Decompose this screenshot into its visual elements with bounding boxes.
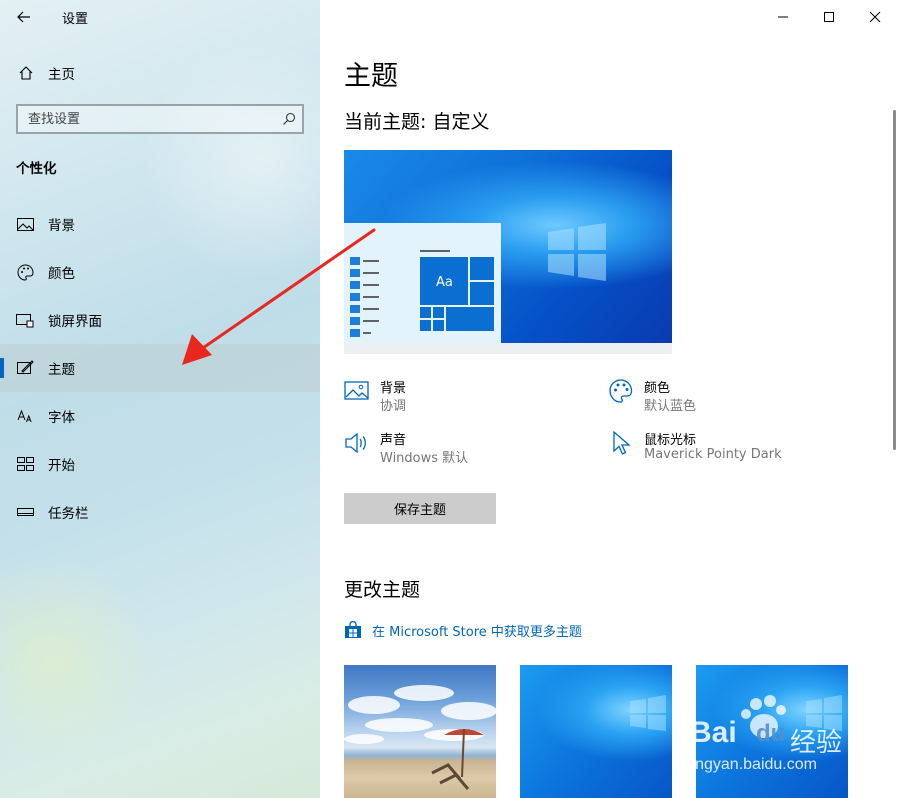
sidebar-item-taskbar[interactable]: 任务栏	[0, 488, 320, 536]
sidebar-item-label: 字体	[48, 410, 75, 426]
home-icon	[17, 64, 35, 82]
baidu-watermark: Bai du 经验 jingyan.baidu.com	[686, 690, 886, 780]
store-link[interactable]: 在 Microsoft Store 中获取更多主题	[344, 619, 582, 641]
minimize-button[interactable]	[760, 0, 806, 34]
preview-taskbar	[344, 343, 672, 354]
watermark-url: jingyan.baidu.com	[688, 756, 817, 773]
store-bag-icon	[345, 621, 361, 638]
active-indicator	[0, 358, 4, 378]
save-theme-button[interactable]: 保存主题	[344, 493, 496, 524]
prop-value: Windows 默认	[380, 451, 469, 466]
home-label: 主页	[48, 67, 75, 83]
sidebar-item-label: 背景	[48, 218, 75, 234]
prop-value: 默认蓝色	[644, 399, 697, 414]
prop-name: 背景	[380, 381, 407, 396]
prop-color[interactable]: 颜色 默认蓝色	[608, 376, 848, 416]
sidebar-item-fonts[interactable]: 字体	[0, 392, 320, 440]
search-icon[interactable]	[282, 112, 296, 126]
search-box[interactable]	[16, 104, 304, 134]
store-link-label: 在 Microsoft Store 中获取更多主题	[372, 624, 582, 640]
sidebar-item-label: 开始	[48, 458, 75, 474]
prop-name: 颜色	[644, 381, 671, 396]
watermark-brand-cn: 经验	[790, 728, 843, 758]
theme-thumbnail-windows[interactable]	[520, 665, 672, 798]
sidebar-item-label: 任务栏	[48, 506, 89, 522]
prop-name: 鼠标光标	[644, 433, 697, 448]
close-button[interactable]	[852, 0, 898, 34]
preview-tile-text: Aa	[436, 275, 453, 290]
sidebar-item-label: 颜色	[48, 266, 75, 282]
prop-name: 声音	[380, 433, 407, 448]
prop-sound[interactable]: 声音 Windows 默认	[344, 428, 584, 468]
palette-icon	[16, 263, 34, 281]
scrollbar[interactable]	[893, 110, 896, 450]
main-content: 主题 当前主题: 自定义 Aa 背景 协调 颜色 默认蓝色 声音 Windows…	[320, 0, 898, 798]
back-arrow-icon	[17, 11, 30, 23]
close-icon	[869, 11, 881, 23]
sidebar-item-label: 主题	[48, 362, 75, 378]
taskbar-icon	[16, 503, 34, 521]
maximize-button[interactable]	[806, 0, 852, 34]
start-icon	[16, 455, 34, 473]
prop-value: Maverick Pointy Dark	[644, 447, 782, 462]
picture-icon	[16, 215, 34, 233]
window-title: 设置	[62, 12, 89, 27]
home-item[interactable]: 主页	[0, 58, 320, 88]
theme-preview: Aa	[344, 150, 672, 354]
search-input[interactable]	[18, 111, 268, 127]
lock-screen-icon	[16, 311, 34, 329]
prop-cursor[interactable]: 鼠标光标 Maverick Pointy Dark	[608, 428, 848, 468]
windows-logo-icon	[548, 223, 606, 281]
theme-thumbnail-beach[interactable]	[344, 665, 496, 798]
minimize-icon	[778, 16, 788, 18]
current-theme-heading: 当前主题: 自定义	[344, 111, 490, 133]
page-title: 主题	[344, 61, 398, 92]
watermark-brand-du: du	[756, 720, 786, 747]
picture-icon	[344, 381, 369, 400]
annotation-arrow	[182, 228, 376, 365]
sidebar: 设置 主页 个性化 背景 颜色 锁屏界面	[0, 0, 320, 798]
change-theme-heading: 更改主题	[344, 579, 421, 601]
theme-brush-icon	[16, 359, 34, 377]
maximize-icon	[824, 12, 834, 22]
sidebar-item-start[interactable]: 开始	[0, 440, 320, 488]
watermark-brand-bai: Bai	[690, 716, 737, 749]
section-heading: 个性化	[16, 161, 57, 177]
title-bar: 设置	[0, 0, 320, 34]
speaker-icon	[345, 432, 366, 454]
prop-background[interactable]: 背景 协调	[344, 376, 584, 416]
palette-icon	[609, 379, 633, 403]
back-button[interactable]	[10, 4, 38, 30]
sidebar-glow	[0, 560, 160, 760]
font-icon	[16, 407, 34, 425]
cursor-icon	[613, 430, 631, 455]
sidebar-item-label: 锁屏界面	[48, 314, 102, 330]
prop-value: 协调	[380, 399, 407, 414]
